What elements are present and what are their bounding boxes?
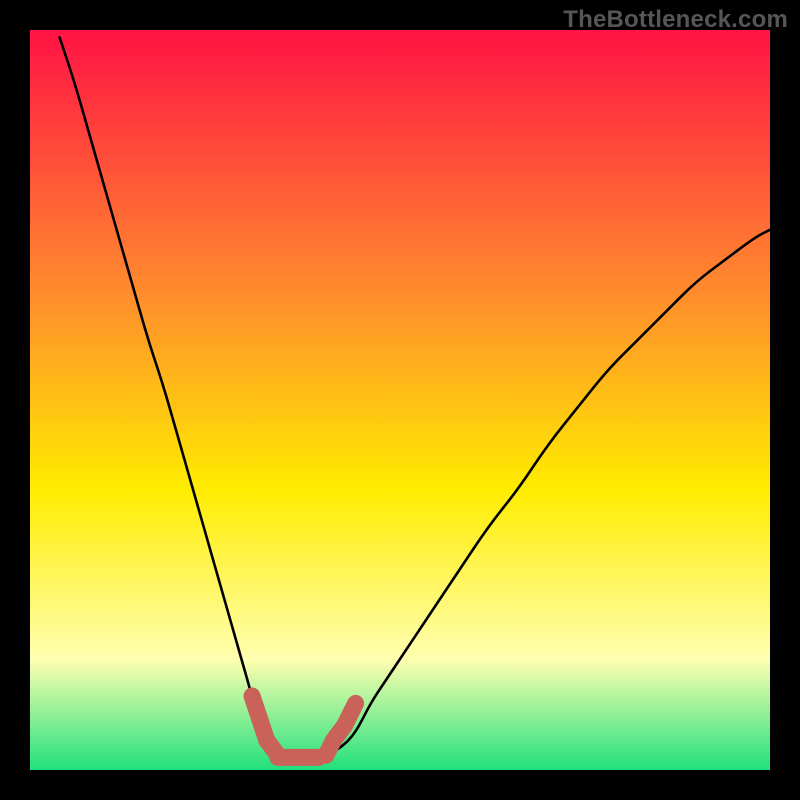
bottleneck-plot	[30, 30, 770, 770]
plot-area	[30, 30, 770, 770]
marker-segment	[345, 703, 356, 725]
watermark-label: TheBottleneck.com	[563, 6, 788, 34]
chart-frame: TheBottleneck.com	[0, 0, 800, 800]
